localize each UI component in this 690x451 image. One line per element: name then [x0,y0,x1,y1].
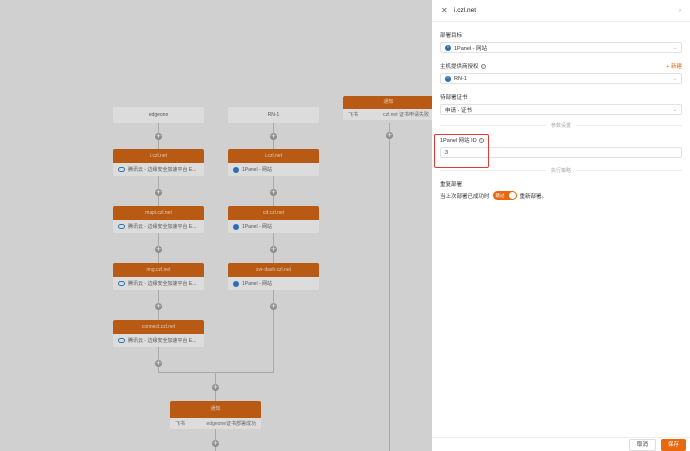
params-divider: 参数设置 [440,122,682,129]
node-title: i.czl.net [228,149,319,163]
1panel-icon [233,223,239,230]
node-provider: 腾讯云 - 边缘安全加速平台 E... [128,167,197,173]
deploy-node[interactable]: img.czl.net 腾讯云 - 边缘安全加速平台 E... [113,263,204,290]
add-node-plus-icon[interactable]: + [212,384,219,391]
highlight-annotation [434,134,489,168]
cert-select[interactable]: 申请 - 证书 ⌄ [440,104,682,115]
redeploy-prefix: 当上次部署已成功时 [440,193,490,200]
domain-card-edgeone[interactable]: edgeone [113,107,204,123]
node-title: svr-dash.czl.net [228,263,319,277]
notify-node[interactable]: 通知 飞书 edgeone证书部署成功 [170,401,261,429]
node-provider: 腾讯云 - 边缘安全加速平台 E... [128,281,197,287]
add-node-plus-icon[interactable]: + [270,189,277,196]
node-title: 通知 [170,401,261,418]
add-node-plus-icon[interactable]: + [270,303,277,310]
strategy-divider: 执行策略 [440,167,682,174]
add-node-plus-icon[interactable]: + [155,303,162,310]
save-button[interactable]: 保存 [660,438,686,451]
deploy-node[interactable]: mapi.czl.net 腾讯云 - 边缘安全加速平台 E... [113,206,204,233]
node-config-drawer: ✕ i.czl.net › 部署目标 i 1Panel - 网站 ⌄ 主机提供商授… [432,0,690,451]
deploy-node[interactable]: svr-dash.czl.net 1Panel - 网站 [228,263,319,290]
add-node-plus-icon[interactable]: + [270,246,277,253]
node-title: 通知 [343,96,432,109]
deploy-target-select[interactable]: i 1Panel - 网站 ⌄ [440,42,682,53]
notify-channel: 飞书 [348,112,359,118]
deploy-node[interactable]: cd.czl.net 1Panel - 网站 [228,206,319,233]
node-provider: 腾讯云 - 边缘安全加速平台 E... [128,338,197,344]
node-title: img.czl.net [113,263,204,277]
node-provider: 1Panel - 网站 [242,167,273,173]
close-icon[interactable]: ✕ [441,6,451,15]
node-provider: 1Panel - 网站 [242,224,273,230]
skip-toggle[interactable]: 跳过 [492,191,517,200]
tencent-cloud-icon [118,167,125,172]
node-title: connect.czl.net [113,320,204,334]
deploy-node[interactable]: i.czl.net 腾讯云 - 边缘安全加速平台 E... [113,149,204,176]
provider-value: RN-1 [454,75,467,82]
node-provider: 腾讯云 - 边缘安全加速平台 E... [128,224,197,230]
tencent-cloud-icon [118,281,125,286]
notify-channel: 飞书 [175,421,186,427]
1panel-icon [233,280,239,287]
node-title: cd.czl.net [228,206,319,220]
add-node-plus-icon[interactable]: + [155,360,162,367]
cert-value: 申请 - 证书 [445,107,472,114]
redeploy-label: 重复部署 [440,182,463,188]
deploy-target-label: 部署目标 [440,33,463,39]
deploy-target-value: 1Panel - 网站 [454,45,488,52]
toggle-knob [508,192,516,199]
toggle-text: 跳过 [495,193,505,198]
chevron-down-icon: ⌄ [672,75,677,82]
divider-text: 参数设置 [551,123,572,129]
provider-label: 主机提供商授权 [440,64,479,70]
add-node-plus-icon[interactable]: + [155,133,162,140]
1panel-icon [233,166,239,173]
cert-label: 待部署证书 [440,95,468,101]
chevron-down-icon: ⌄ [672,106,677,113]
tencent-cloud-icon [118,224,125,229]
add-node-plus-icon[interactable]: + [212,440,219,447]
deploy-node[interactable]: connect.czl.net 腾讯云 - 边缘安全加速平台 E... [113,320,204,347]
domain-card-label: RN-1 [267,112,280,118]
chevron-right-icon[interactable]: › [679,8,681,14]
domain-card-rn1[interactable]: RN-1 [228,107,319,123]
tencent-cloud-icon [118,338,125,343]
add-node-plus-icon[interactable]: + [155,189,162,196]
chevron-down-icon: ⌄ [672,44,677,51]
node-title: i.czl.net [113,149,204,163]
divider-text: 执行策略 [551,168,572,174]
1panel-icon: i [445,75,451,82]
redeploy-suffix: 重新部署。 [519,193,548,200]
workflow-canvas[interactable]: edgeone RN-1 + + i.czl.net 腾讯云 - 边缘安全加速平… [0,0,432,451]
notify-node[interactable]: 通知 飞书 czl.net 证书申请失败 [343,96,432,120]
node-title: mapi.czl.net [113,206,204,220]
node-provider: 1Panel - 网站 [242,281,273,287]
add-provider-link[interactable]: + 新建 [666,62,682,70]
add-node-plus-icon[interactable]: + [155,246,162,253]
add-node-plus-icon[interactable]: + [270,133,277,140]
drawer-title: i.czl.net [454,7,477,14]
cancel-button[interactable]: 取消 [628,438,656,451]
deploy-node[interactable]: i.czl.net 1Panel - 网站 [228,149,319,176]
provider-select[interactable]: i RN-1 ⌄ [440,73,682,84]
notify-message: czl.net 证书申请失败 [383,112,429,118]
redeploy-row: 当上次部署已成功时 跳过 重新部署。 [440,191,682,200]
domain-card-label: edgeone [148,112,169,118]
help-icon[interactable]: ? [480,63,486,69]
1panel-icon: i [445,44,451,51]
add-node-plus-icon[interactable]: + [386,132,393,139]
notify-message: edgeone证书部署成功 [206,421,256,427]
